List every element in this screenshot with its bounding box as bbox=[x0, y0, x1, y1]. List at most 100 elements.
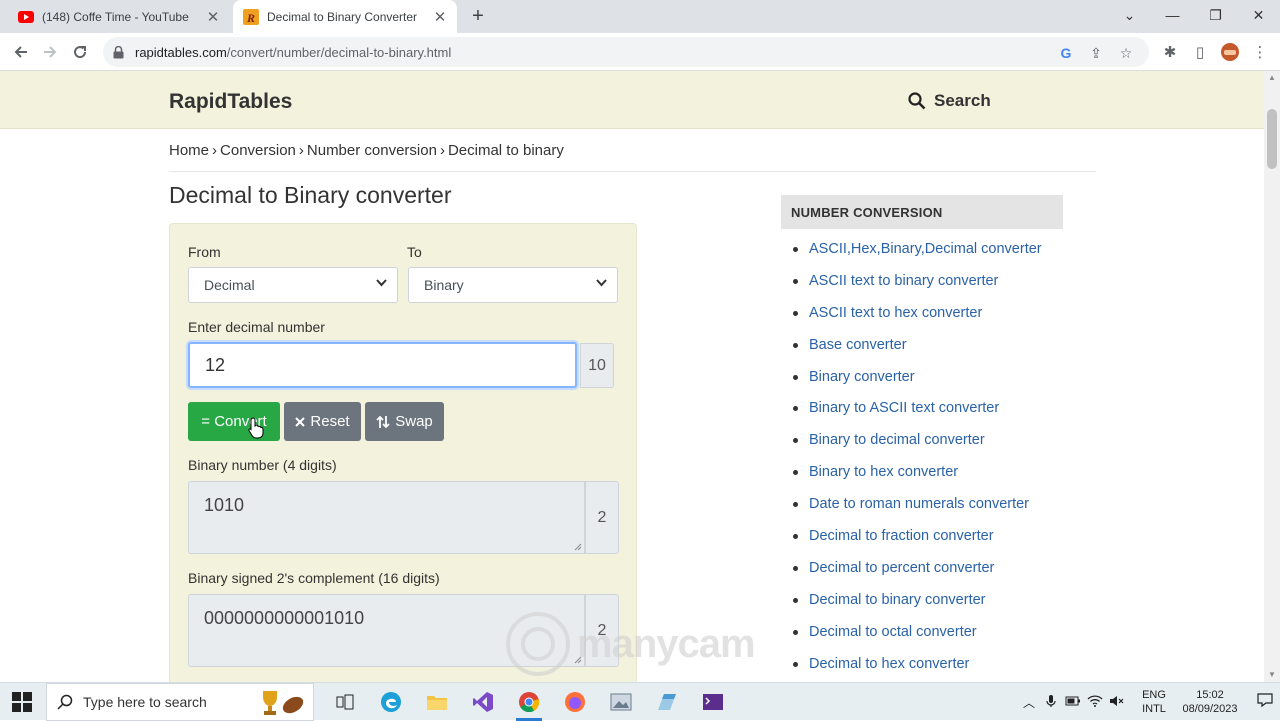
microphone-icon[interactable] bbox=[1040, 694, 1062, 711]
decimal-input[interactable]: 12 bbox=[188, 342, 577, 388]
input-language[interactable]: ENG INTL bbox=[1134, 688, 1174, 716]
lock-icon[interactable] bbox=[113, 45, 127, 59]
window-controls: ⌄ — ❐ ✕ bbox=[1108, 0, 1280, 33]
back-icon[interactable] bbox=[8, 39, 34, 65]
restore-icon[interactable]: ❐ bbox=[1194, 0, 1237, 30]
url-host: rapidtables.com bbox=[135, 44, 227, 60]
sidebar-link[interactable]: Decimal to binary converter bbox=[781, 584, 1063, 616]
trophy-football-icon bbox=[263, 691, 304, 715]
file-explorer-icon[interactable] bbox=[414, 683, 460, 721]
sidebar-link[interactable]: ASCII text to binary converter bbox=[781, 265, 1063, 297]
page-title: Decimal to Binary converter bbox=[169, 182, 452, 208]
number-conversion-sidebar: NUMBER CONVERSION ASCII,Hex,Binary,Decim… bbox=[781, 195, 1063, 679]
sidebar-link[interactable]: Binary converter bbox=[781, 361, 1063, 393]
sidebar-link[interactable]: ASCII text to hex converter bbox=[781, 297, 1063, 329]
search-icon bbox=[57, 694, 73, 710]
browser-tabstrip: (148) Coffe Time - YouTube ✕ R Decimal t… bbox=[0, 0, 1280, 33]
lang-line-2: INTL bbox=[1142, 703, 1166, 715]
sidebar-link[interactable]: Decimal to octal converter bbox=[781, 616, 1063, 648]
notification-icon[interactable] bbox=[1250, 693, 1280, 711]
profile-avatar[interactable] bbox=[1218, 38, 1242, 66]
sidebar-link[interactable]: Base converter bbox=[781, 329, 1063, 361]
tab-converter[interactable]: R Decimal to Binary Converter ✕ bbox=[233, 0, 457, 33]
terminal-icon[interactable] bbox=[690, 683, 736, 721]
binary-output[interactable]: 1010 bbox=[188, 481, 585, 554]
resize-grip-icon[interactable] bbox=[573, 542, 582, 551]
close-tab-icon[interactable]: ✕ bbox=[202, 8, 224, 26]
photo-app-icon[interactable] bbox=[598, 683, 644, 721]
site-logo[interactable]: RapidTables bbox=[169, 90, 292, 114]
task-view-icon[interactable] bbox=[322, 683, 368, 721]
share-icon[interactable]: ⇪ bbox=[1085, 43, 1107, 63]
from-select-value: Decimal bbox=[204, 277, 255, 293]
reset-button[interactable]: Reset bbox=[284, 402, 361, 441]
swap-button[interactable]: Swap bbox=[365, 402, 444, 441]
extensions-icon[interactable]: ✱ bbox=[1158, 38, 1182, 66]
address-bar[interactable]: rapidtables.com/convert/number/decimal-t… bbox=[103, 37, 1149, 67]
from-label: From bbox=[188, 244, 221, 260]
visual-studio-icon[interactable] bbox=[460, 683, 506, 721]
binary-output-value: 1010 bbox=[204, 495, 245, 515]
page-scrollbar[interactable]: ▲ ▼ bbox=[1264, 71, 1280, 682]
windows-start-icon[interactable] bbox=[12, 692, 32, 712]
sidebar-link[interactable]: ASCII,Hex,Binary,Decimal converter bbox=[781, 233, 1063, 265]
sidebar-link[interactable]: Binary to ASCII text converter bbox=[781, 392, 1063, 424]
menu-icon[interactable]: ⋮ bbox=[1248, 38, 1272, 66]
bookmark-star-icon[interactable]: ☆ bbox=[1115, 43, 1137, 63]
side-panel-icon[interactable]: ▯ bbox=[1188, 38, 1212, 66]
sidebar-link[interactable]: Date to roman numerals converter bbox=[781, 488, 1063, 520]
close-tab-icon[interactable]: ✕ bbox=[429, 8, 451, 26]
from-select[interactable]: Decimal bbox=[188, 267, 398, 303]
close-window-icon[interactable]: ✕ bbox=[1237, 0, 1280, 30]
battery-icon[interactable] bbox=[1062, 695, 1084, 709]
scroll-up-icon[interactable]: ▲ bbox=[1267, 73, 1277, 83]
sidebar-link[interactable]: Binary to hex converter bbox=[781, 456, 1063, 488]
edge-icon[interactable] bbox=[368, 683, 414, 721]
twos-complement-value: 0000000000001010 bbox=[204, 608, 365, 628]
windows-taskbar: Type here to search ︿ ENG INTL 15:02 08/… bbox=[0, 682, 1280, 721]
to-label: To bbox=[407, 244, 422, 260]
close-icon bbox=[295, 416, 306, 427]
to-select[interactable]: Binary bbox=[408, 267, 618, 303]
wifi-icon[interactable] bbox=[1084, 694, 1106, 710]
tab-title: (148) Coffe Time - YouTube bbox=[42, 9, 189, 24]
sidebar-link[interactable]: Decimal to fraction converter bbox=[781, 520, 1063, 552]
minimize-icon[interactable]: — bbox=[1151, 0, 1194, 30]
app-icon[interactable] bbox=[644, 683, 690, 721]
clock[interactable]: 15:02 08/09/2023 bbox=[1180, 688, 1240, 716]
rapidtables-icon: R bbox=[243, 8, 259, 25]
manycam-watermark: manycam bbox=[505, 611, 756, 677]
browser-toolbar: rapidtables.com/convert/number/decimal-t… bbox=[0, 33, 1280, 71]
volume-icon[interactable] bbox=[1106, 695, 1128, 710]
chrome-icon[interactable] bbox=[506, 683, 552, 721]
scroll-down-icon[interactable]: ▼ bbox=[1267, 670, 1277, 680]
forward-icon[interactable] bbox=[37, 39, 63, 65]
swap-label: Swap bbox=[395, 413, 433, 430]
convert-button[interactable]: = Convert bbox=[188, 402, 280, 441]
firefox-icon[interactable] bbox=[552, 683, 598, 721]
google-translate-icon[interactable]: G bbox=[1055, 43, 1077, 63]
reload-icon[interactable] bbox=[67, 39, 93, 65]
new-tab-icon[interactable]: + bbox=[466, 4, 490, 28]
swap-arrows-icon bbox=[376, 415, 390, 429]
search-link[interactable]: Search bbox=[908, 91, 991, 111]
sidebar-link[interactable]: Decimal to hex converter bbox=[781, 648, 1063, 680]
manycam-logo-icon bbox=[506, 612, 570, 676]
tab-title: Decimal to Binary Converter bbox=[267, 9, 418, 24]
to-select-value: Binary bbox=[424, 277, 464, 293]
input-label: Enter decimal number bbox=[188, 319, 325, 335]
reset-label: Reset bbox=[310, 413, 350, 430]
chevron-up-icon[interactable]: ︿ bbox=[1018, 694, 1040, 711]
youtube-icon bbox=[18, 9, 34, 25]
breadcrumb-conversion[interactable]: Conversion bbox=[220, 142, 296, 159]
tab-search-icon[interactable]: ⌄ bbox=[1108, 0, 1151, 30]
breadcrumb-number-conversion[interactable]: Number conversion bbox=[307, 142, 437, 159]
scrollbar-thumb[interactable] bbox=[1267, 109, 1277, 169]
breadcrumb-current: Decimal to binary bbox=[447, 142, 564, 159]
taskbar-apps bbox=[322, 683, 736, 721]
taskbar-search[interactable]: Type here to search bbox=[46, 683, 314, 721]
breadcrumb-home[interactable]: Home bbox=[169, 142, 209, 159]
sidebar-link[interactable]: Decimal to percent converter bbox=[781, 552, 1063, 584]
tab-youtube[interactable]: (148) Coffe Time - YouTube ✕ bbox=[8, 0, 230, 33]
sidebar-link[interactable]: Binary to decimal converter bbox=[781, 424, 1063, 456]
